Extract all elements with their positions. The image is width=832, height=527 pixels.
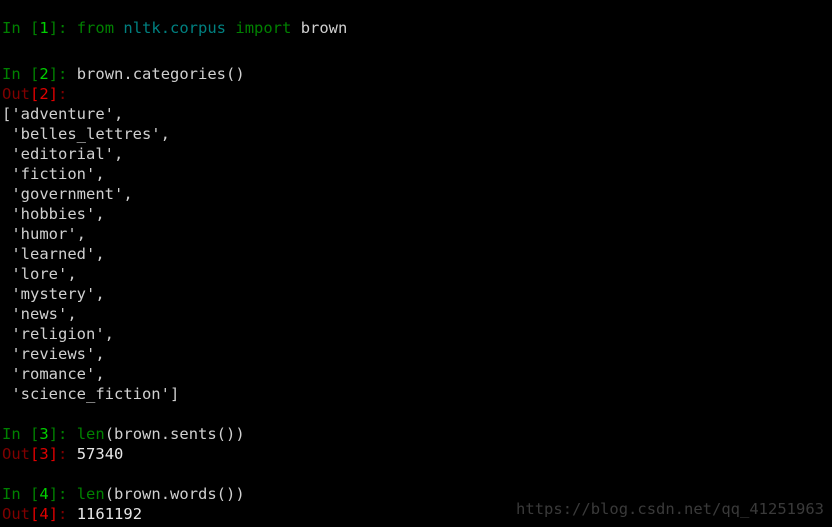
prompt-in-open-3: [	[30, 425, 40, 443]
list-item-line: ['adventure',	[0, 104, 832, 124]
list-item-line: 'fiction',	[0, 164, 832, 184]
prompt-in-close-2: ]	[48, 65, 59, 83]
prompt-in-label-4: In	[2, 485, 30, 503]
list-item-line: 'humor',	[0, 224, 832, 244]
prompt-in-colon-3: :	[58, 425, 77, 443]
code-keyword-from: from	[76, 19, 115, 37]
prompt-in-label-1: In	[2, 19, 30, 37]
prompt-in-number-4: 4	[39, 485, 49, 503]
code-call-brown-sents: (brown.sents())	[104, 425, 245, 443]
prompt-in-colon-4: :	[58, 485, 77, 503]
input-line-2: In [2]: brown.categories()	[0, 64, 832, 84]
prompt-in-close-3: ]	[48, 425, 59, 443]
prompt-out-open-4: [	[30, 505, 40, 523]
list-item-line: 'mystery',	[0, 284, 832, 304]
list-item-line: 'learned',	[0, 244, 832, 264]
spacer-line-3	[0, 464, 832, 484]
code-call-brown-words: (brown.words())	[104, 485, 245, 503]
code-name-brown: brown	[291, 19, 348, 37]
list-item-line: 'science_fiction']	[0, 384, 832, 404]
list-item-text: ['adventure',	[2, 105, 124, 123]
input-line-3: In [3]: len(brown.sents())	[0, 424, 832, 444]
prompt-in-colon-2: :	[58, 65, 77, 83]
list-item-line: 'belles_lettres',	[0, 124, 832, 144]
list-item-text: 'religion',	[2, 325, 114, 343]
prompt-in-number-2: 2	[39, 65, 49, 83]
prompt-out-open-2: [	[30, 85, 40, 103]
output-value-words-count: 1161192	[76, 505, 143, 523]
spacer-line-1	[0, 44, 832, 64]
list-item-text: 'lore',	[2, 265, 77, 283]
prompt-in-label-3: In	[2, 425, 30, 443]
prompt-out-colon-2: :	[58, 85, 68, 103]
prompt-out-colon-4: :	[58, 505, 77, 523]
output-label-line-2: Out[2]:	[0, 84, 832, 104]
output-line-3: Out[3]: 57340	[0, 444, 832, 464]
prompt-in-open-4: [	[30, 485, 40, 503]
list-item-text: 'learned',	[2, 245, 105, 263]
list-item-text: 'news',	[2, 305, 77, 323]
list-item-line: 'reviews',	[0, 344, 832, 364]
spacer-line-2	[0, 404, 832, 424]
list-item-text: 'science_fiction']	[2, 385, 180, 403]
prompt-out-label-2: Out	[2, 85, 30, 103]
list-item-line: 'religion',	[0, 324, 832, 344]
prompt-out-label-3: Out	[2, 445, 30, 463]
prompt-out-close-4: ]	[48, 505, 59, 523]
code-module-nltk-corpus: nltk.corpus	[114, 19, 236, 37]
prompt-out-colon-3: :	[58, 445, 77, 463]
prompt-in-number-3: 3	[39, 425, 49, 443]
prompt-in-colon-1: :	[58, 19, 77, 37]
code-builtin-len-4: len	[76, 485, 105, 503]
code-keyword-import: import	[235, 19, 292, 37]
list-item-line: 'editorial',	[0, 144, 832, 164]
prompt-in-close-1: ]	[48, 19, 59, 37]
prompt-in-open-2: [	[30, 65, 40, 83]
prompt-out-number-2: 2	[39, 85, 49, 103]
list-item-line: 'government',	[0, 184, 832, 204]
output-value-sents-count: 57340	[76, 445, 124, 463]
list-item-text: 'hobbies',	[2, 205, 105, 223]
list-item-line: 'romance',	[0, 364, 832, 384]
prompt-out-number-4: 4	[39, 505, 49, 523]
prompt-in-label-2: In	[2, 65, 30, 83]
input-line-1: In [1]: from nltk.corpus import brown	[0, 0, 832, 44]
list-item-text: 'humor',	[2, 225, 86, 243]
watermark-url: https://blog.csdn.net/qq_41251963	[516, 500, 824, 518]
terminal-window: In [1]: from nltk.corpus import brown In…	[0, 0, 832, 527]
list-item-text: 'fiction',	[2, 165, 105, 183]
prompt-in-open-1: [	[30, 19, 40, 37]
list-item-text: 'editorial',	[2, 145, 124, 163]
prompt-out-close-3: ]	[48, 445, 59, 463]
prompt-out-open-3: [	[30, 445, 40, 463]
list-item-text: 'romance',	[2, 365, 105, 383]
list-item-text: 'mystery',	[2, 285, 105, 303]
prompt-out-close-2: ]	[48, 85, 59, 103]
list-item-line: 'news',	[0, 304, 832, 324]
list-item-line: 'hobbies',	[0, 204, 832, 224]
list-item-text: 'reviews',	[2, 345, 105, 363]
list-item-text: 'belles_lettres',	[2, 125, 170, 143]
list-item-line: 'lore',	[0, 264, 832, 284]
list-item-text: 'government',	[2, 185, 133, 203]
code-call-brown-categories: brown.categories()	[76, 65, 245, 83]
code-builtin-len-3: len	[76, 425, 105, 443]
prompt-out-label-4: Out	[2, 505, 30, 523]
prompt-in-close-4: ]	[48, 485, 59, 503]
prompt-out-number-3: 3	[39, 445, 49, 463]
prompt-in-number-1: 1	[39, 19, 49, 37]
